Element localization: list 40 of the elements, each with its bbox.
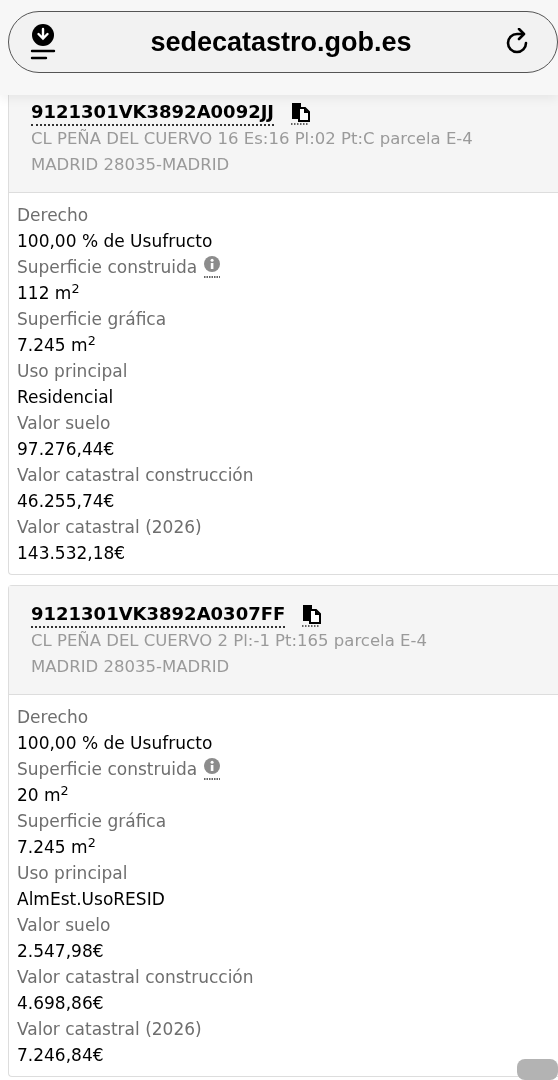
field-value: 100,00 % de Usufructo [17,732,213,755]
field-value: 7.246,84€ [17,1044,104,1067]
copy-icon[interactable] [290,101,311,125]
address-line: MADRID 28035-MADRID [31,154,230,176]
address-line: CL PEÑA DEL CUERVO 2 Pl:-1 Pt:165 parcela E-4 [31,630,427,652]
field-label: Derecho [17,706,89,729]
field-label: Superficie gráfica [17,308,167,331]
field-value: 143.532,18€ [17,542,126,565]
address-line: CL PEÑA DEL CUERVO 16 Es:16 Pl:02 Pt:C parcela E-4 [31,128,473,150]
field-label: Superficie gráfica [17,810,167,833]
field-value: AlmEst.UsoRESID [17,888,165,911]
field-label: Valor catastral (2026) [17,1018,202,1041]
field-value: 100,00 % de Usufructo [17,230,213,253]
info-icon[interactable] [203,758,222,780]
info-icon[interactable] [203,256,222,278]
field-label: Valor suelo [17,914,111,937]
cadastral-reference-link[interactable]: 9121301VK3892A0092JJ [31,100,275,126]
field-label: Valor catastral construcción [17,966,254,989]
field-label: Valor suelo [17,412,111,435]
address-bar[interactable]: sedecatastro.gob.es [8,11,558,73]
field-value: Residencial [17,386,114,409]
field-label: Superficie construida [17,758,198,781]
address-line: MADRID 28035-MADRID [31,656,230,678]
field-value: 4.698,86€ [17,992,104,1015]
cadastral-reference-link[interactable]: 9121301VK3892A0307FF [31,602,286,628]
field-label: Derecho [17,204,89,227]
field-label: Superficie construida [17,256,198,279]
field-value: 97.276,44€ [17,438,115,461]
copy-icon[interactable] [301,603,322,627]
field-label: Uso principal [17,360,128,383]
field-value: 46.255,74€ [17,490,115,513]
download-icon[interactable] [29,24,57,60]
field-value: 20 m$^{2}$ [17,782,69,807]
field-label: Uso principal [17,862,128,885]
field-label: Valor catastral construcción [17,464,254,487]
field-value: 7.245 m$^{2}$ [17,834,96,859]
field-label: Valor catastral (2026) [17,516,202,539]
field-value: 112 m$^{2}$ [17,280,80,305]
field-value: 7.245 m$^{2}$ [17,332,96,357]
field-value: 2.547,98€ [17,940,104,963]
